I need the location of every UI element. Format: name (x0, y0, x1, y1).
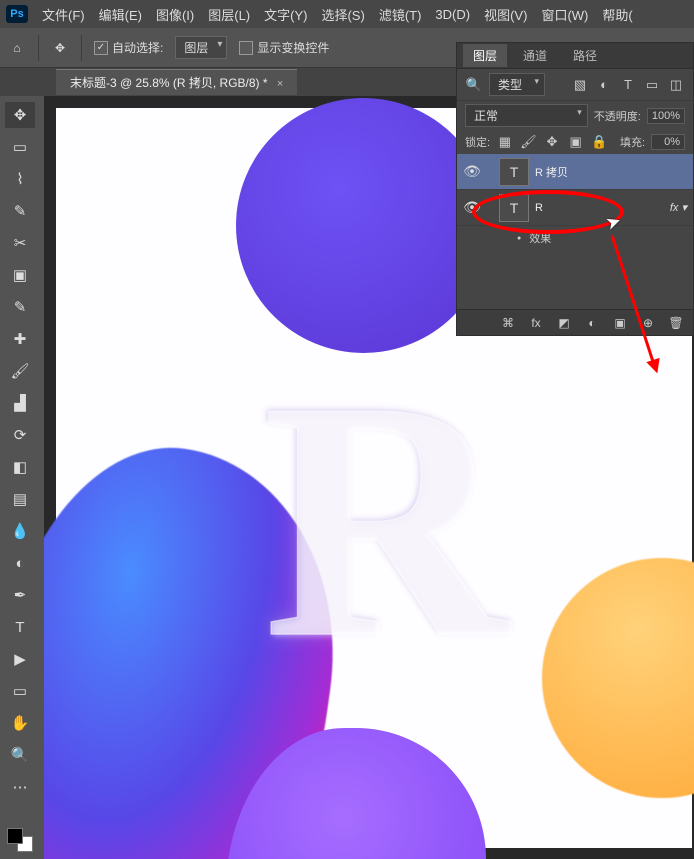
layer-type-thumb: T (499, 158, 529, 186)
quick-select-tool[interactable]: ✎ (5, 198, 35, 224)
menu-view[interactable]: 视图(V) (484, 5, 527, 24)
layer-list[interactable]: 👁TR 拷贝👁TRfx ▾效果 (457, 154, 693, 309)
auto-select-check[interactable]: ✓ 自动选择: (94, 39, 163, 56)
move-icon: ✥ (51, 39, 69, 57)
visibility-icon[interactable]: 👁 (463, 199, 481, 216)
layer-filter-row: 🔍 类型 ▧ ◐ T ▭ ◫ (457, 69, 693, 101)
eyedropper-tool[interactable]: ✎ (5, 294, 35, 320)
filter-shape-icon[interactable]: ▭ (643, 76, 661, 94)
healing-tool[interactable]: ✚ (5, 326, 35, 352)
menu-type[interactable]: 文字(Y) (264, 5, 307, 24)
menu-edit[interactable]: 编辑(E) (99, 5, 142, 24)
auto-select-target-dropdown[interactable]: 图层 (175, 36, 227, 59)
lock-fill-row: 锁定: ▦ 🖌 ✥ ▣ 🔒 填充: 0% (457, 130, 693, 154)
layer-name: R (535, 202, 543, 214)
document-tab[interactable]: 末标题-3 @ 25.8% (R 拷贝, RGB/8) * × (56, 69, 297, 95)
menu-image[interactable]: 图像(I) (156, 5, 194, 24)
tab-layers[interactable]: 图层 (463, 44, 507, 67)
layers-panel: 图层 通道 路径 🔍 类型 ▧ ◐ T ▭ ◫ 正常 不透明度: 100% 锁定… (456, 42, 694, 336)
visibility-icon[interactable]: 👁 (463, 163, 481, 180)
panel-foot-icon-4[interactable]: ▣ (611, 314, 629, 332)
more-tool[interactable]: ⋯ (5, 774, 35, 800)
filter-smart-icon[interactable]: ◫ (667, 76, 685, 94)
move-tool[interactable]: ✥ (5, 102, 35, 128)
layer-row[interactable]: 👁 T R 拷贝 (457, 154, 693, 190)
dodge-tool[interactable]: ◐ (5, 550, 35, 576)
separator (38, 35, 39, 61)
eraser-tool[interactable]: ◧ (5, 454, 35, 480)
type-tool[interactable]: T (5, 614, 35, 640)
hand-tool[interactable]: ✋ (5, 710, 35, 736)
zoom-tool[interactable]: 🔍 (5, 742, 35, 768)
lock-all-icon[interactable]: 🔒 (590, 133, 608, 151)
menu-filter[interactable]: 滤镜(T) (379, 5, 422, 24)
lock-label: 锁定: (465, 134, 490, 150)
blur-tool[interactable]: 💧 (5, 518, 35, 544)
tab-title: 末标题-3 @ 25.8% (R 拷贝, RGB/8) * (70, 76, 268, 90)
menu-window[interactable]: 窗口(W) (541, 5, 588, 24)
panel-foot-icon-3[interactable]: ◐ (583, 314, 601, 332)
search-icon[interactable]: 🔍 (465, 76, 483, 94)
panel-foot-icon-0[interactable]: ⌘ (499, 314, 517, 332)
panel-foot-icon-6[interactable]: 🗑 (667, 314, 685, 332)
show-transform-label: 显示变换控件 (257, 39, 329, 56)
brush-tool[interactable]: 🖌 (5, 358, 35, 384)
panel-tab-row: 图层 通道 路径 (457, 43, 693, 69)
layer-effect-item[interactable]: 效果 (457, 226, 693, 250)
history-brush-tool[interactable]: ⟳ (5, 422, 35, 448)
checkbox-icon[interactable]: ✓ (94, 41, 108, 55)
pen-tool[interactable]: ✒ (5, 582, 35, 608)
opacity-label: 不透明度: (594, 108, 641, 124)
menu-file[interactable]: 文件(F) (42, 5, 85, 24)
shape-circle (236, 98, 491, 353)
gradient-tool[interactable]: ▤ (5, 486, 35, 512)
shape-blob-orange (542, 558, 694, 798)
path-select-tool[interactable]: ▶ (5, 646, 35, 672)
menu-bar: Ps 文件(F) 编辑(E) 图像(I) 图层(L) 文字(Y) 选择(S) 滤… (0, 0, 694, 28)
panel-foot-icon-5[interactable]: ⊕ (639, 314, 657, 332)
lock-artboard-icon[interactable]: ▣ (567, 133, 585, 151)
layer-name: R 拷贝 (535, 164, 568, 180)
auto-select-label: 自动选择: (112, 39, 163, 56)
checkbox-icon[interactable] (239, 41, 253, 55)
marquee-tool[interactable]: ▭ (5, 134, 35, 160)
filter-type-icon[interactable]: T (619, 76, 637, 94)
lock-move-icon[interactable]: ✥ (543, 133, 561, 151)
tab-paths[interactable]: 路径 (563, 44, 607, 67)
crop-tool[interactable]: ✂ (5, 230, 35, 256)
lasso-tool[interactable]: ⌇ (5, 166, 35, 192)
panel-foot-icon-1[interactable]: fx (527, 314, 545, 332)
layer-type-thumb: T (499, 194, 529, 222)
blend-opacity-row: 正常 不透明度: 100% (457, 101, 693, 130)
color-swatches[interactable] (5, 826, 35, 854)
menu-layer[interactable]: 图层(L) (208, 5, 250, 24)
shape-tool[interactable]: ▭ (5, 678, 35, 704)
filter-image-icon[interactable]: ▧ (571, 76, 589, 94)
menu-3d[interactable]: 3D(D) (435, 7, 470, 22)
fx-label[interactable]: fx ▾ (670, 201, 687, 214)
fill-value[interactable]: 0% (651, 134, 685, 150)
fill-label: 填充: (620, 134, 645, 150)
menu-select[interactable]: 选择(S) (321, 5, 364, 24)
layer-row[interactable]: 👁 TRfx ▾ (457, 190, 693, 226)
home-icon[interactable]: ⌂ (8, 39, 26, 57)
tab-channels[interactable]: 通道 (513, 44, 557, 67)
stamp-tool[interactable]: ▟ (5, 390, 35, 416)
opacity-value[interactable]: 100% (647, 108, 685, 124)
close-icon[interactable]: × (277, 78, 283, 90)
panel-foot-icon-2[interactable]: ◩ (555, 314, 573, 332)
filter-kind-dropdown[interactable]: 类型 (489, 73, 545, 96)
separator (81, 35, 82, 61)
frame-tool[interactable]: ▣ (5, 262, 35, 288)
blend-mode-dropdown[interactable]: 正常 (465, 104, 588, 127)
panel-footer: ⌘ fx ◩ ◐ ▣ ⊕ 🗑 (457, 309, 693, 335)
tool-strip: ✥ ▭ ⌇ ✎ ✂ ▣ ✎ ✚ 🖌 ▟ ⟳ ◧ ▤ 💧 ◐ ✒ T ▶ ▭ ✋ 🔍 ⋯ (0, 96, 40, 859)
lock-brush-icon[interactable]: 🖌 (520, 133, 538, 151)
show-transform-check[interactable]: 显示变换控件 (239, 39, 329, 56)
app-logo: Ps (6, 5, 28, 23)
menu-help[interactable]: 帮助( (602, 5, 632, 24)
filter-adjust-icon[interactable]: ◐ (595, 76, 613, 94)
lock-pixels-icon[interactable]: ▦ (496, 133, 514, 151)
glass-letter: R (246, 344, 526, 694)
